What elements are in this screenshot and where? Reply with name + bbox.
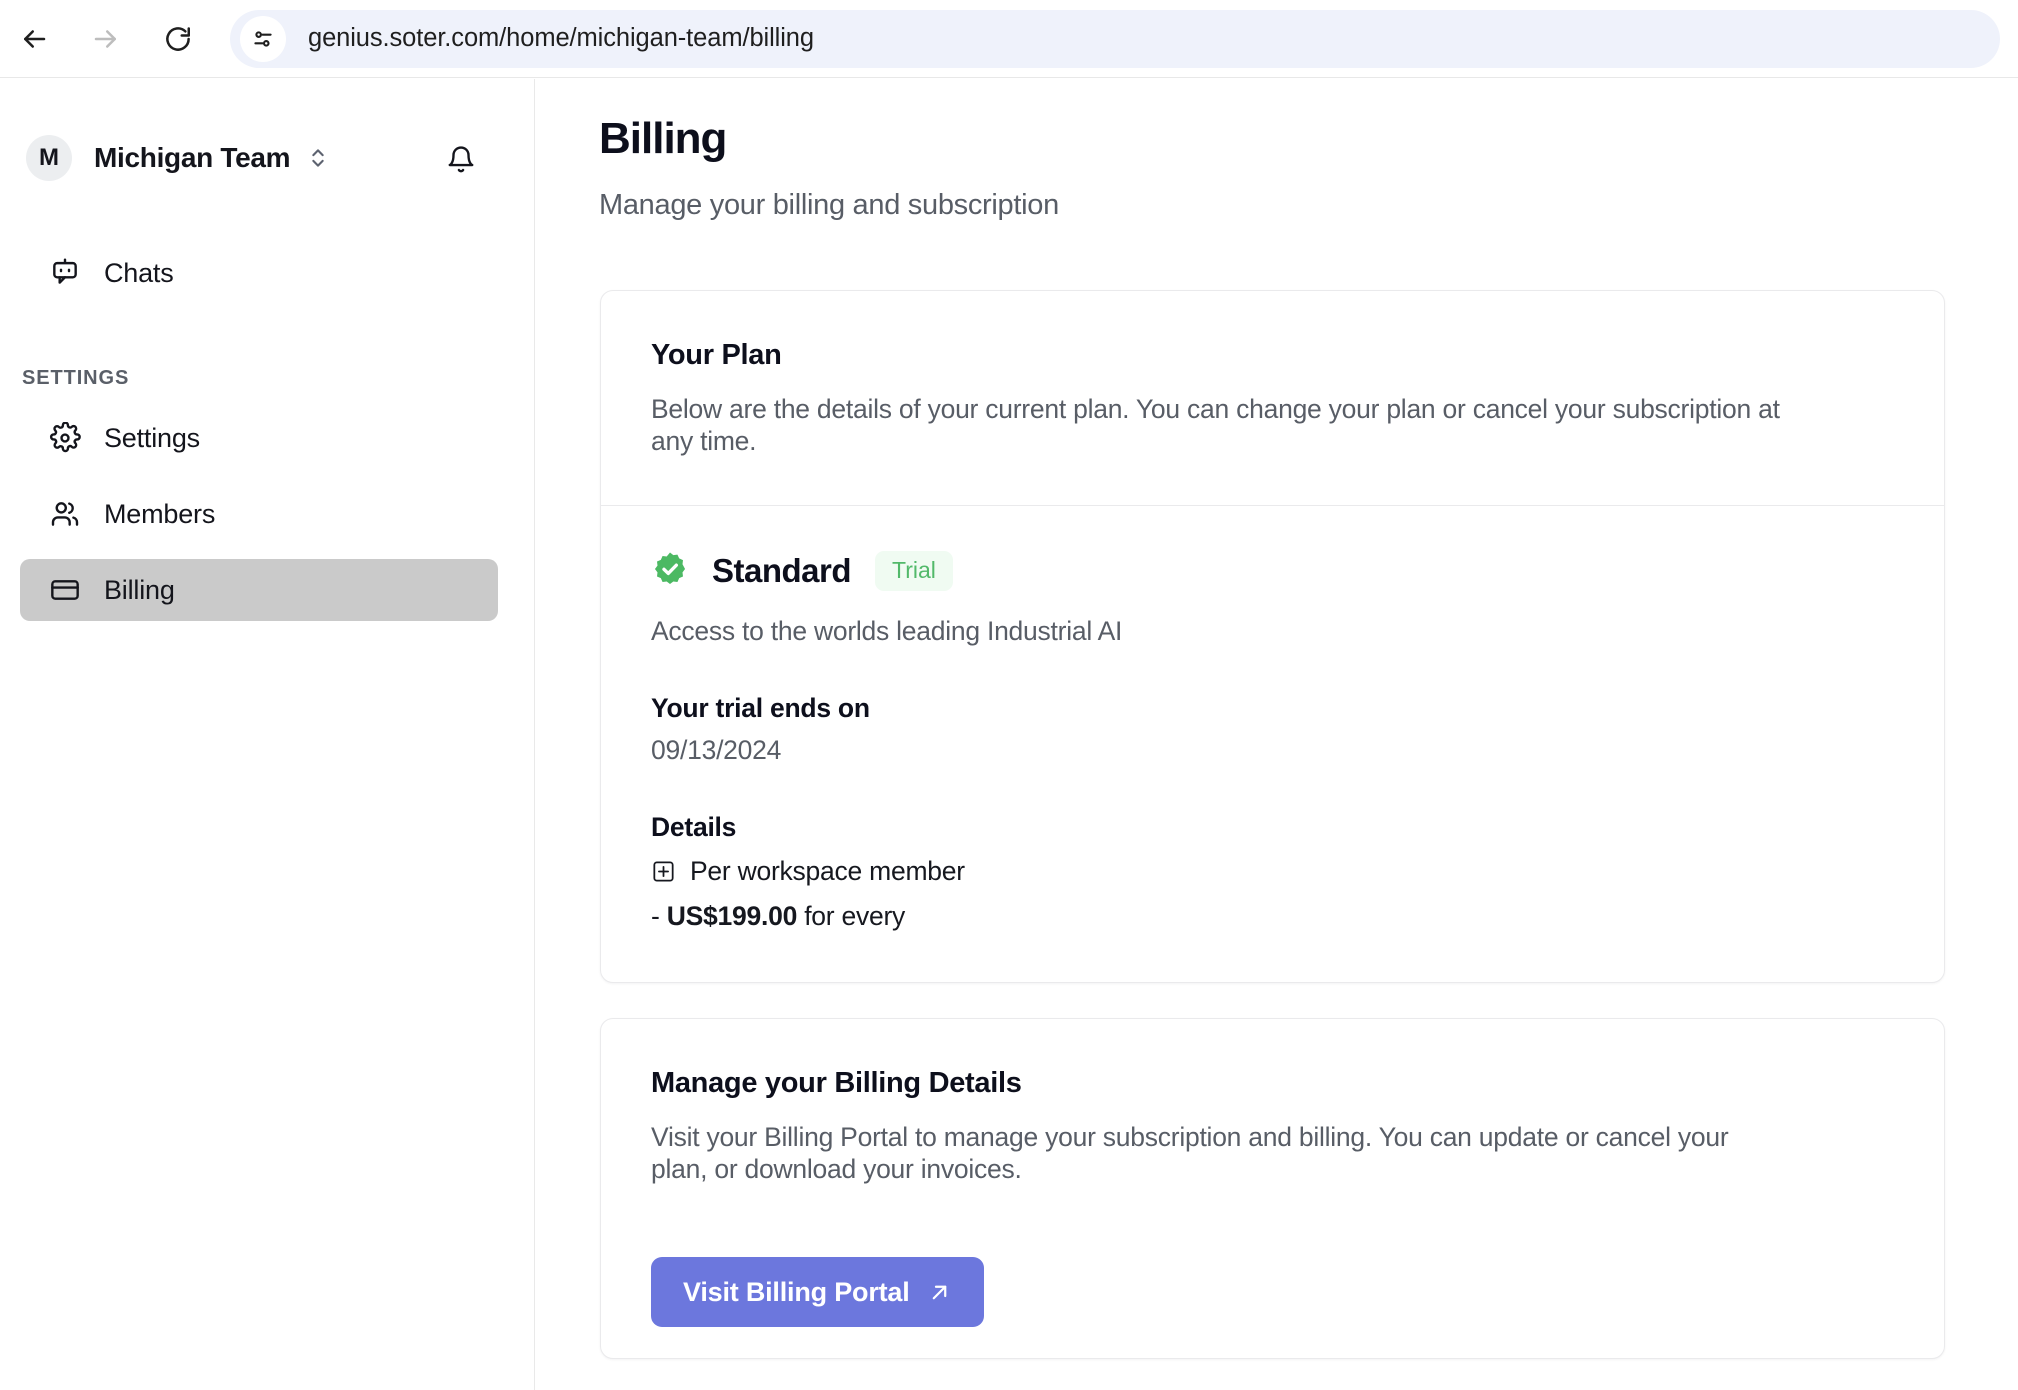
plan-details: Standard Trial Access to the worlds lead… <box>601 506 1944 932</box>
bell-icon <box>448 146 474 173</box>
price-prefix: - <box>651 900 660 931</box>
sidebar-item-label: Members <box>104 498 216 529</box>
back-arrow-icon <box>24 29 46 48</box>
reload-button[interactable] <box>154 15 202 63</box>
plan-card-description: Below are the details of your current pl… <box>651 394 1780 457</box>
page-subtitle: Manage your billing and subscription <box>599 189 1059 221</box>
sidebar-item-members[interactable]: Members <box>20 483 498 545</box>
plan-title-row: Standard Trial <box>651 550 1894 593</box>
page-title: Billing <box>599 114 727 163</box>
external-link-arrow-icon <box>927 1280 952 1305</box>
plan-card-header: Your Plan Below are the details of your … <box>601 291 1944 458</box>
trial-end-date: 09/13/2024 <box>651 734 782 765</box>
manage-card-heading: Manage your Billing Details <box>651 1067 1022 1099</box>
visit-billing-portal-button[interactable]: Visit Billing Portal <box>651 1257 984 1327</box>
price-line: - US$199.00 for every <box>651 901 1894 932</box>
detail-line-item: Per workspace member <box>651 856 1894 887</box>
sidebar-section-label: SETTINGS <box>22 367 130 389</box>
url-text: genius.soter.com/home/michigan-team/bill… <box>308 24 814 52</box>
verified-seal-icon <box>651 550 689 593</box>
sidebar-item-label: Billing <box>104 574 175 605</box>
users-icon <box>48 497 82 531</box>
tune-sliders-icon <box>254 30 272 47</box>
forward-arrow-icon <box>94 29 116 48</box>
site-settings-button[interactable] <box>240 15 286 62</box>
manage-card-description: Visit your Billing Portal to manage your… <box>651 1122 1729 1185</box>
sidebar-item-billing[interactable]: Billing <box>20 559 498 621</box>
sidebar-item-settings[interactable]: Settings <box>20 407 498 469</box>
sidebar: M Michigan Team Chats SETTINGS Settings … <box>0 79 535 1390</box>
gear-icon <box>48 421 82 455</box>
visit-billing-portal-label: Visit Billing Portal <box>683 1276 910 1307</box>
address-bar[interactable]: genius.soter.com/home/michigan-team/bill… <box>230 9 2000 68</box>
forward-button[interactable] <box>82 15 130 63</box>
price-amount: US$199.00 <box>666 900 798 931</box>
box-plus-icon <box>651 859 676 884</box>
team-switcher[interactable]: M Michigan Team <box>26 127 496 189</box>
back-button[interactable] <box>10 15 58 63</box>
trial-end-label: Your trial ends on <box>651 692 870 723</box>
plan-name: Standard <box>712 552 852 590</box>
sidebar-item-label: Chats <box>104 257 174 288</box>
price-suffix: for every <box>804 900 906 931</box>
seal-check-shape <box>654 552 686 584</box>
browser-toolbar: genius.soter.com/home/michigan-team/bill… <box>0 0 2018 78</box>
team-name: Michigan Team <box>94 142 291 173</box>
notifications-button[interactable] <box>440 139 482 181</box>
team-avatar: M <box>26 135 72 181</box>
plan-tagline: Access to the worlds leading Industrial … <box>651 615 1123 646</box>
reload-icon <box>166 26 191 51</box>
manage-billing-card: Manage your Billing Details Visit your B… <box>600 1018 1945 1359</box>
status-badge: Trial <box>875 551 953 592</box>
sidebar-item-label: Settings <box>104 422 200 453</box>
manage-card-header: Manage your Billing Details Visit your B… <box>601 1019 1944 1186</box>
chat-bot-icon <box>48 256 82 290</box>
sidebar-item-chats[interactable]: Chats <box>20 242 498 304</box>
details-label: Details <box>651 811 737 842</box>
your-plan-card: Your Plan Below are the details of your … <box>600 290 1945 983</box>
main-content: Billing Manage your billing and subscrip… <box>536 79 2018 1390</box>
detail-line-item-label: Per workspace member <box>690 855 965 886</box>
credit-card-icon <box>48 573 82 607</box>
chevron-up-down-icon <box>308 144 328 172</box>
plan-card-heading: Your Plan <box>651 339 782 371</box>
